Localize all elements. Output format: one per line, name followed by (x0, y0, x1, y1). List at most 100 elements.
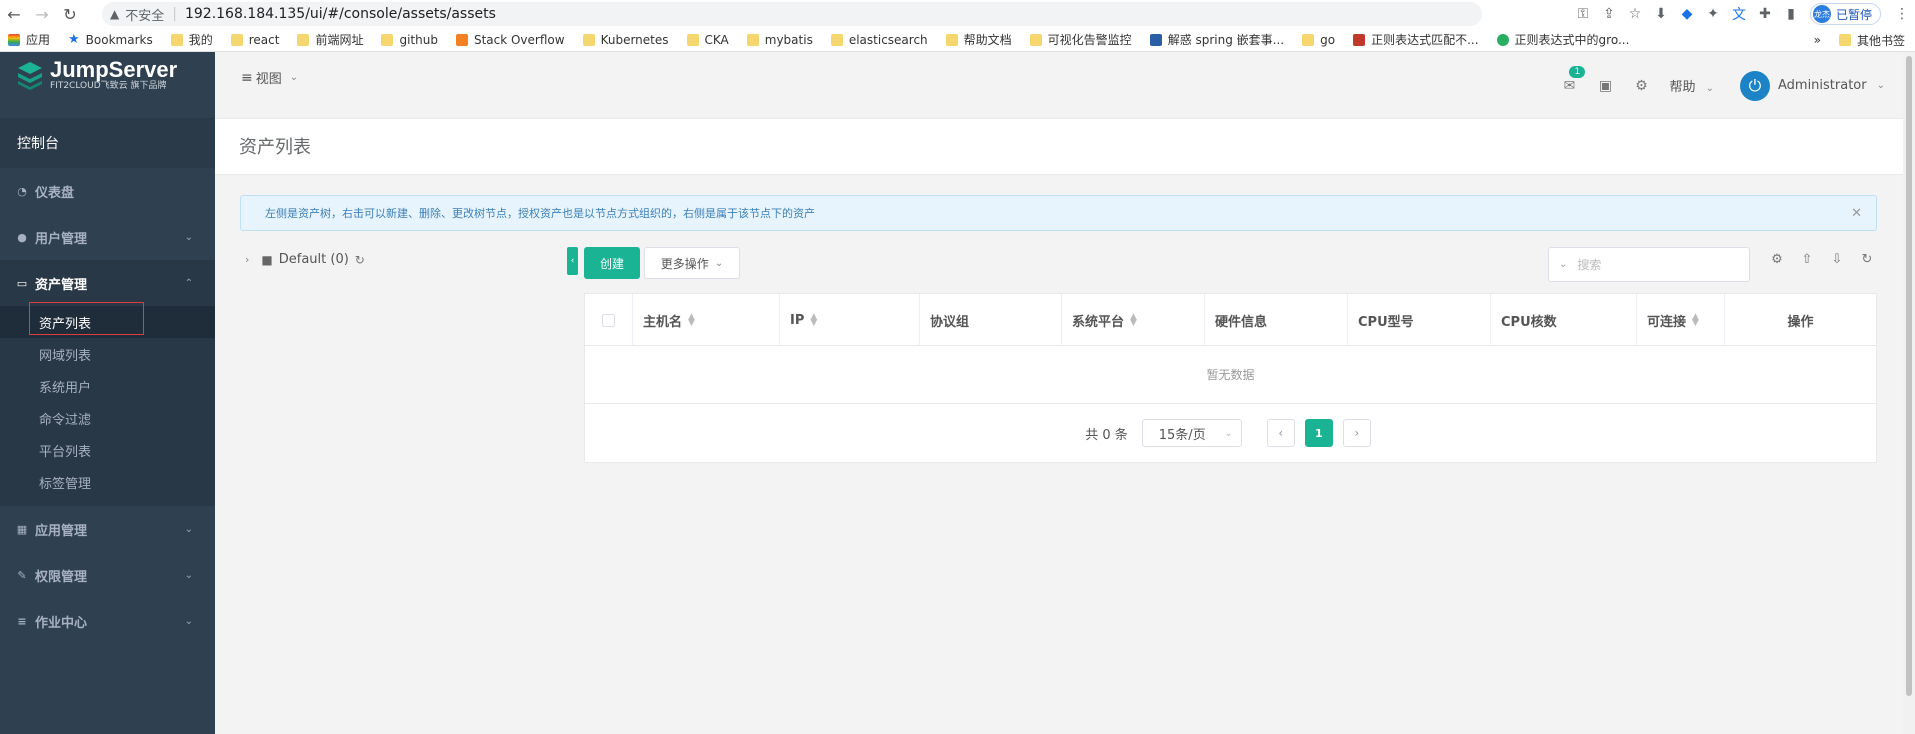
bookmark-folder[interactable]: elasticsearch (830, 33, 928, 47)
more-actions-button[interactable]: 更多操作 ⌄ (644, 247, 740, 279)
grid-icon: ▦ (16, 522, 28, 536)
page-size-select[interactable]: 15条/页 ⌄ (1141, 419, 1242, 447)
profile-avatar: 龙杰 (1812, 5, 1831, 23)
download-icon[interactable]: ⬇ (1648, 0, 1674, 28)
other-bookmarks[interactable]: 其他书签 (1857, 32, 1905, 49)
translate-icon[interactable]: 文 (1726, 0, 1752, 28)
column-label: 硬件信息 (1215, 314, 1268, 330)
view-dropdown[interactable]: ≡ 视图 ⌄ (241, 68, 298, 88)
gear-icon[interactable]: ⚙ (1762, 252, 1792, 267)
reload-icon[interactable]: ↻ (56, 0, 84, 28)
bookmark-folder[interactable]: 帮助文档 (945, 31, 1012, 48)
bookmark-folder[interactable]: github (381, 33, 438, 47)
brand[interactable]: JumpServer FIT2CLOUD飞致云 旗下品牌 (0, 52, 215, 98)
search-box[interactable]: ⌄ (1548, 247, 1750, 282)
bookmark-star-icon[interactable]: ☆ (1622, 0, 1648, 28)
sort-icon[interactable]: ▲ ▼ (810, 313, 817, 328)
bookmark-folder[interactable]: mybatis (746, 33, 813, 47)
url-text[interactable]: 192.168.184.135/ui/#/console/assets/asse… (185, 6, 496, 22)
warning-icon: ▲ (110, 7, 120, 21)
chevron-down-icon[interactable]: ⌄ (1559, 259, 1567, 270)
user-menu[interactable]: ⏻ Administrator ⌄ (1739, 70, 1885, 101)
collapse-tree-button[interactable]: ‹ (567, 247, 578, 275)
create-button[interactable]: 创建 (584, 247, 640, 279)
bookmark-folder[interactable]: react (230, 33, 279, 47)
menu-label: 作业中心 (35, 615, 88, 631)
avatar: ⏻ (1739, 70, 1770, 101)
menu-permissions[interactable]: ✎ 权限管理 ⌄ (0, 552, 215, 598)
chevron-up-icon: ⌃ (184, 277, 193, 289)
submenu-asset-list[interactable]: 资产列表 (0, 302, 215, 338)
sort-icon[interactable]: ▲ ▼ (1130, 313, 1137, 328)
extension-check-icon[interactable]: ◆ (1674, 0, 1700, 28)
bookmarks-overflow-button[interactable]: » (1814, 33, 1821, 47)
select-all-checkbox[interactable] (602, 313, 615, 327)
site-icon (1496, 33, 1509, 46)
bookmark-folder[interactable]: CKA (686, 33, 729, 47)
forward-icon[interactable]: → (28, 0, 56, 28)
settings-button[interactable]: ⚙ (1623, 78, 1659, 94)
search-input[interactable] (1577, 257, 1728, 272)
profile-button[interactable]: 龙杰 已暂停 (1809, 3, 1881, 25)
bookmark-apps[interactable]: 应用 (8, 31, 50, 48)
menu-users[interactable]: ● 用户管理 ⌄ (0, 214, 215, 260)
menu-assets[interactable]: ▭ 资产管理 ⌃ (0, 260, 215, 306)
prev-page-button[interactable]: ‹ (1266, 419, 1295, 447)
mail-button[interactable]: ✉ 1 (1551, 65, 1587, 94)
puzzle-icon[interactable]: ✚ (1752, 0, 1778, 28)
bookmark-folder[interactable]: Kubernetes (582, 33, 669, 47)
sidepanel-icon[interactable]: ▮ (1778, 0, 1804, 28)
refresh-icon[interactable]: ↻ (1852, 252, 1882, 267)
folder-icon: ■ (261, 252, 273, 267)
download-icon[interactable]: ⇩ (1822, 252, 1852, 267)
menu-jobs[interactable]: ≡ 作业中心 ⌄ (0, 598, 215, 644)
column-platform[interactable]: 系统平台 ▲ ▼ (1062, 294, 1205, 346)
hamburger-icon: ≡ (241, 69, 253, 86)
bookmark-folder[interactable]: 可视化告警监控 (1029, 31, 1132, 48)
submenu-label-management[interactable]: 标签管理 (0, 466, 215, 498)
submenu-label: 网域列表 (39, 348, 92, 364)
extension-bird-icon[interactable]: ✦ (1700, 0, 1726, 28)
terminal-button[interactable]: ▣ (1587, 78, 1623, 94)
more-actions-label: 更多操作 (660, 256, 709, 271)
submenu-command-filter[interactable]: 命令过滤 (0, 402, 215, 434)
sort-icon[interactable]: ▲ ▼ (688, 313, 695, 328)
column-ip[interactable]: IP ▲ ▼ (780, 294, 920, 346)
sort-icon[interactable]: ▲ ▼ (1692, 313, 1699, 328)
bookmark-link[interactable]: 正则表达式匹配不... (1353, 31, 1479, 48)
close-icon[interactable]: ✕ (1851, 206, 1862, 221)
address-bar[interactable]: ▲ 不安全 | 192.168.184.135/ui/#/console/ass… (102, 2, 1482, 26)
console-label[interactable]: 控制台 (0, 118, 215, 168)
page-number[interactable]: 1 (1304, 419, 1333, 447)
submenu-platform-list[interactable]: 平台列表 (0, 434, 215, 466)
menu-dots-icon[interactable]: ⋮ (1889, 0, 1915, 28)
help-dropdown[interactable]: 帮助 ⌄ (1669, 76, 1714, 95)
page-header: 资产列表 (215, 119, 1915, 175)
back-icon[interactable]: ← (0, 0, 28, 28)
chevron-right-icon[interactable]: › (245, 253, 249, 266)
column-cpu-model: CPU型号 (1348, 294, 1491, 346)
next-page-button[interactable]: › (1342, 419, 1371, 447)
bookmark-folder[interactable]: go (1302, 33, 1335, 47)
menu-dashboard[interactable]: ◔ 仪表盘 (0, 168, 215, 214)
upload-icon[interactable]: ⇧ (1792, 252, 1822, 267)
submenu-system-users[interactable]: 系统用户 (0, 370, 215, 402)
key-icon[interactable]: ⚿ (1570, 0, 1596, 28)
share-icon[interactable]: ⇪ (1596, 0, 1622, 28)
menu-applications[interactable]: ▦ 应用管理 ⌄ (0, 506, 215, 552)
refresh-icon[interactable]: ↻ (355, 253, 365, 267)
bookmark-bookmarks[interactable]: ★ Bookmarks (68, 32, 153, 47)
scrollbar-thumb[interactable] (1906, 56, 1912, 696)
column-hostname[interactable]: 主机名 ▲ ▼ (633, 294, 780, 346)
submenu-domain-list[interactable]: 网域列表 (0, 338, 215, 370)
bookmark-link[interactable]: 解惑 spring 嵌套事... (1149, 31, 1284, 48)
column-label: CPU核数 (1501, 314, 1557, 330)
tree-node-default[interactable]: Default (0) (279, 252, 349, 267)
bookmark-stackoverflow[interactable]: Stack Overflow (455, 33, 565, 47)
bookmark-folder[interactable]: 前端网址 (297, 31, 363, 48)
insecure-label: 不安全 (125, 8, 165, 24)
page-scrollbar[interactable] (1903, 52, 1915, 734)
column-connectivity[interactable]: 可连接 ▲ ▼ (1637, 294, 1725, 346)
bookmark-link[interactable]: 正则表达式中的gro... (1496, 31, 1629, 48)
bookmark-folder[interactable]: 我的 (170, 31, 213, 48)
